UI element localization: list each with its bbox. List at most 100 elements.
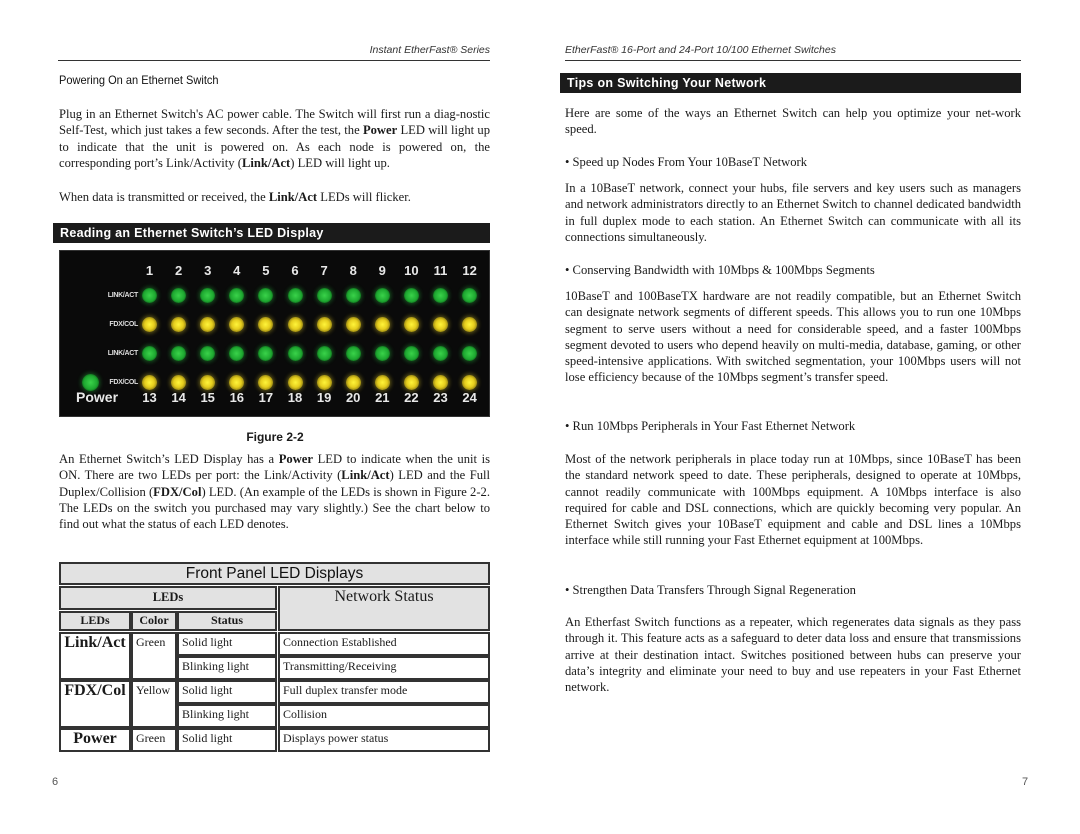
tip-bullet-heading: • Speed up Nodes From Your 10BaseT Netwo… — [565, 155, 808, 169]
port-number-top: 9 — [378, 263, 386, 278]
green-led-indicator — [433, 288, 448, 303]
table-title: Front Panel LED Displays — [59, 562, 490, 585]
port-number-bottom: 21 — [375, 390, 390, 405]
green-led-indicator — [374, 288, 390, 303]
port-number-bottom: 24 — [462, 390, 477, 405]
green-led-indicator — [374, 346, 390, 361]
led-status-cell: Solid light — [177, 632, 277, 656]
led-name-cell: FDX/Col — [59, 680, 131, 728]
port-number-top: 3 — [204, 263, 212, 278]
paragraph-powering-on: Plug in an Ethernet Switch's AC power ca… — [59, 107, 491, 170]
port-number-top: 11 — [433, 263, 448, 278]
intro-paragraph: Here are some of the ways an Ethernet Sw… — [565, 106, 1021, 137]
green-led-indicator — [462, 346, 478, 361]
yellow-led-indicator — [403, 317, 419, 332]
green-led-indicator — [316, 346, 332, 361]
yellow-led-indicator — [433, 317, 448, 332]
yellow-led-indicator — [374, 375, 390, 390]
green-led-indicator — [287, 346, 303, 361]
yellow-led-indicator — [316, 375, 332, 390]
yellow-led-indicator — [287, 317, 303, 332]
yellow-led-indicator — [462, 317, 478, 332]
tip-bullet-heading: • Strengthen Data Transfers Through Sign… — [565, 583, 856, 597]
yellow-led-indicator — [229, 317, 245, 332]
port-number-top: 6 — [291, 263, 299, 278]
left-page: Instant EtherFast® Series Powering On an… — [0, 0, 540, 834]
tip-body-paragraph: In a 10BaseT network, connect your hubs,… — [565, 181, 1021, 244]
paragraph-led-description: An Ethernet Switch’s LED Display has a P… — [59, 452, 490, 532]
port-number-bottom: 22 — [404, 390, 419, 405]
tip-bullet-heading: • Run 10Mbps Peripherals in Your Fast Et… — [565, 419, 856, 433]
section-title-led-display: Reading an Ethernet Switch’s LED Display — [53, 223, 490, 243]
port-number-top: 7 — [320, 263, 328, 278]
green-led-indicator — [403, 346, 419, 361]
network-status-cell: Full duplex transfer mode — [278, 680, 490, 704]
header-rule — [565, 60, 1021, 61]
column-header: Color — [131, 611, 177, 631]
yellow-led-indicator — [200, 317, 216, 332]
green-led-indicator — [433, 346, 448, 361]
running-head: Instant EtherFast® Series — [369, 44, 490, 56]
led-color-cell: Yellow — [131, 680, 177, 728]
running-head: EtherFast® 16-Port and 24-Port 10/100 Et… — [565, 44, 836, 56]
port-number-bottom: 15 — [200, 390, 215, 405]
green-led-indicator — [403, 288, 419, 303]
header-rule — [58, 60, 490, 61]
page-number: 7 — [1022, 776, 1029, 788]
yellow-led-indicator — [258, 317, 274, 332]
port-number-top: 8 — [349, 263, 357, 278]
figure-caption: Figure 2-2 — [246, 430, 304, 444]
led-status-cell: Solid light — [177, 680, 277, 704]
network-status-cell: Displays power status — [278, 728, 490, 752]
green-led-indicator — [345, 288, 361, 303]
yellow-led-indicator — [374, 317, 390, 332]
yellow-led-indicator — [345, 375, 361, 390]
yellow-led-indicator — [462, 375, 478, 390]
yellow-led-indicator — [316, 317, 332, 332]
tip-body-paragraph: 10BaseT and 100BaseTX hardware are not r… — [565, 289, 1021, 385]
port-number-top: 12 — [462, 263, 477, 278]
port-number-top: 1 — [145, 263, 154, 278]
green-led-indicator — [229, 346, 245, 361]
yellow-led-indicator — [200, 375, 216, 390]
page-number: 6 — [52, 776, 59, 788]
paragraph-flicker: When data is transmitted or received, th… — [59, 190, 411, 204]
green-led-indicator — [287, 288, 303, 303]
port-number-bottom: 17 — [258, 390, 274, 405]
green-led-indicator — [142, 346, 157, 361]
port-number-bottom: 23 — [433, 390, 448, 405]
green-led-indicator — [258, 346, 274, 361]
led-status-cell: Solid light — [177, 728, 277, 752]
led-row-label: LINK/ACT — [107, 350, 139, 357]
green-led-indicator — [200, 346, 216, 361]
port-number-top: 2 — [174, 263, 183, 278]
green-led-indicator — [316, 288, 332, 303]
port-number-top: 10 — [404, 263, 419, 278]
subheading: Powering On an Ethernet Switch — [59, 73, 219, 87]
yellow-led-indicator — [142, 375, 157, 390]
port-number-top: 5 — [262, 263, 270, 278]
led-name-cell: Link/Act — [59, 632, 131, 680]
green-led-indicator — [171, 288, 187, 303]
led-row-label: FDX/COL — [109, 321, 138, 328]
yellow-led-indicator — [403, 375, 419, 390]
green-led-indicator — [462, 288, 478, 303]
port-number-bottom: 13 — [142, 390, 157, 405]
green-led-indicator — [229, 288, 245, 303]
network-status-cell: Collision — [278, 704, 490, 728]
led-row-label: LINK/ACT — [107, 292, 139, 299]
tip-body-paragraph: An Etherfast Switch functions as a repea… — [565, 615, 1021, 695]
port-number-bottom: 16 — [229, 390, 245, 405]
yellow-led-indicator — [258, 375, 274, 390]
yellow-led-indicator — [433, 375, 448, 390]
green-led-indicator — [345, 346, 361, 361]
section-title-tips: Tips on Switching Your Network — [560, 73, 1021, 93]
column-header: Status — [177, 611, 277, 631]
led-name-cell: Power — [59, 728, 131, 752]
power-label: Power — [76, 389, 119, 405]
green-led-indicator — [171, 346, 187, 361]
port-number-bottom: 18 — [287, 390, 303, 405]
column-header: LEDs — [59, 611, 131, 631]
port-number-bottom: 14 — [171, 390, 186, 405]
green-led-indicator — [258, 288, 274, 303]
